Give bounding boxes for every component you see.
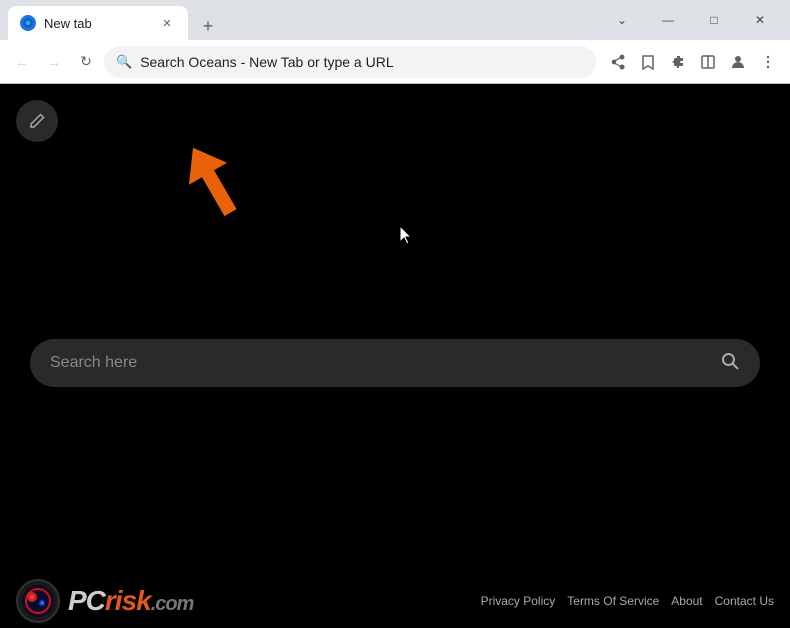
- reload-button[interactable]: ↻: [72, 48, 100, 76]
- tab-close-button[interactable]: ✕: [158, 14, 176, 32]
- search-placeholder-text: Search here: [50, 354, 708, 372]
- mouse-cursor: [400, 226, 416, 246]
- search-container: Search here: [30, 339, 760, 387]
- edit-shortcuts-button[interactable]: [16, 100, 58, 142]
- logo-text: PCrisk.com: [68, 587, 193, 615]
- address-bar-row: ← → ↻ 🔍 Search Oceans - New Tab or type …: [0, 40, 790, 84]
- profile-icon[interactable]: [724, 48, 752, 76]
- minimize-button[interactable]: —: [646, 4, 690, 36]
- search-box[interactable]: Search here: [30, 339, 760, 387]
- active-tab[interactable]: New tab ✕: [8, 6, 188, 40]
- about-link[interactable]: About: [671, 594, 702, 608]
- search-address-icon: 🔍: [116, 54, 132, 70]
- close-button[interactable]: ✕: [738, 4, 782, 36]
- menu-icon[interactable]: [754, 48, 782, 76]
- orange-arrow-annotation: [188, 132, 278, 237]
- address-text: Search Oceans - New Tab or type a URL: [140, 54, 584, 70]
- footer-links: Privacy Policy Terms Of Service About Co…: [481, 594, 774, 608]
- logo-dotcom: .com: [151, 593, 194, 615]
- forward-button[interactable]: →: [40, 48, 68, 76]
- window-controls: ⌄ — □ ✕: [600, 4, 782, 36]
- maximize-button[interactable]: □: [692, 4, 736, 36]
- browser-frame: New tab ✕ + ⌄ — □ ✕ ← → ↻ 🔍 Search Ocean…: [0, 0, 790, 628]
- extensions-icon[interactable]: [664, 48, 692, 76]
- logo-risk: risk: [105, 585, 151, 616]
- contact-us-link[interactable]: Contact Us: [715, 594, 774, 608]
- search-submit-icon[interactable]: [720, 351, 740, 376]
- chevron-down-button[interactable]: ⌄: [600, 4, 644, 36]
- back-button[interactable]: ←: [8, 48, 36, 76]
- logo-favicon: [16, 579, 60, 623]
- bookmark-icon[interactable]: [634, 48, 662, 76]
- tab-favicon: [20, 15, 36, 31]
- logo-pc: PC: [68, 585, 105, 616]
- tab-title: New tab: [44, 16, 150, 31]
- terms-of-service-link[interactable]: Terms Of Service: [567, 594, 659, 608]
- address-bar[interactable]: 🔍 Search Oceans - New Tab or type a URL: [104, 46, 596, 78]
- share-icon[interactable]: [604, 48, 632, 76]
- bottom-area: PCrisk.com Privacy Policy Terms Of Servi…: [0, 573, 790, 628]
- toolbar-icons: [604, 48, 782, 76]
- page-content: Search here: [0, 84, 790, 628]
- privacy-policy-link[interactable]: Privacy Policy: [481, 594, 556, 608]
- title-bar: New tab ✕ + ⌄ — □ ✕: [0, 0, 790, 40]
- logo-area: PCrisk.com: [16, 579, 193, 623]
- new-tab-button[interactable]: +: [194, 12, 222, 40]
- tab-bar: New tab ✕ +: [8, 0, 592, 40]
- split-screen-icon[interactable]: [694, 48, 722, 76]
